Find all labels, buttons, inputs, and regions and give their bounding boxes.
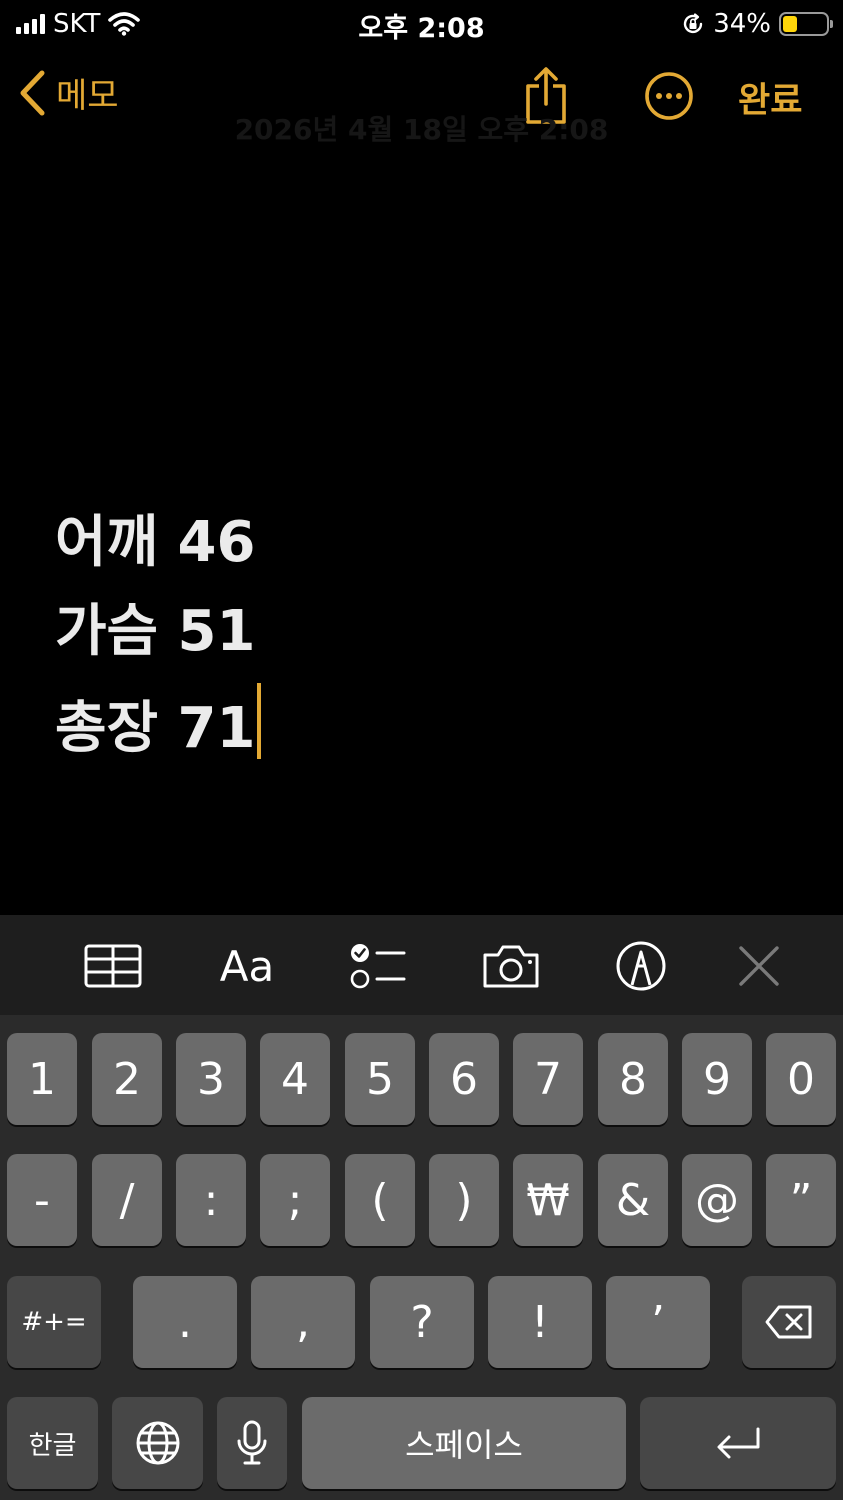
checklist-icon: [350, 944, 406, 989]
key-4[interactable]: 4: [260, 1033, 330, 1125]
key-question[interactable]: ?: [370, 1276, 474, 1368]
key-5[interactable]: 5: [345, 1033, 415, 1125]
return-icon: [717, 1427, 760, 1459]
key-slash[interactable]: /: [92, 1154, 162, 1246]
key-ampersand[interactable]: &: [598, 1154, 668, 1246]
key-9[interactable]: 9: [682, 1033, 752, 1125]
key-3[interactable]: 3: [176, 1033, 246, 1125]
note-date: 2026년 4월 18일 오후 2:08: [234, 113, 609, 146]
globe-icon: [136, 1421, 179, 1465]
key-exclamation[interactable]: !: [488, 1276, 592, 1368]
note-line[interactable]: 가슴 51: [55, 594, 261, 683]
key-delete[interactable]: [742, 1276, 836, 1368]
close-toolbar-button[interactable]: [738, 939, 780, 993]
microphone-icon: [237, 1420, 267, 1465]
key-8[interactable]: 8: [598, 1033, 668, 1125]
note-body[interactable]: 어깨 46 가슴 51 총장 71: [55, 505, 262, 772]
checklist-button[interactable]: [350, 939, 406, 993]
key-close-paren[interactable]: ): [429, 1154, 499, 1246]
key-space[interactable]: 스페이스: [302, 1397, 626, 1489]
markup-pen-icon: [616, 941, 666, 991]
key-comma[interactable]: ,: [251, 1276, 355, 1368]
key-6[interactable]: 6: [429, 1033, 499, 1125]
battery-icon: [779, 12, 833, 36]
key-7[interactable]: 7: [513, 1033, 583, 1125]
key-hyphen[interactable]: -: [7, 1154, 77, 1246]
keyboard: 1 2 3 4 5 6 7 8 9 0 - / : ; ( ) ₩ & @ ” …: [0, 1015, 843, 1500]
key-return[interactable]: [640, 1397, 836, 1489]
key-period[interactable]: .: [133, 1276, 237, 1368]
markup-button[interactable]: [615, 939, 667, 993]
table-icon: [84, 944, 142, 988]
key-korean[interactable]: 한글: [7, 1397, 98, 1489]
text-cursor: [257, 683, 262, 759]
format-toolbar: Aa: [0, 915, 843, 1015]
key-0[interactable]: 0: [766, 1033, 836, 1125]
table-button[interactable]: [84, 939, 142, 993]
key-dictation[interactable]: [217, 1397, 287, 1489]
key-won[interactable]: ₩: [513, 1154, 583, 1246]
battery-percent: 34%: [713, 9, 771, 39]
key-colon[interactable]: :: [176, 1154, 246, 1246]
note-line[interactable]: 총장 71: [55, 683, 262, 772]
close-icon: [739, 946, 779, 986]
backspace-icon: [765, 1305, 812, 1339]
note-line-text: 총장 71: [55, 696, 256, 761]
key-at[interactable]: @: [682, 1154, 752, 1246]
text-format-button[interactable]: Aa: [214, 939, 280, 993]
camera-button[interactable]: [481, 939, 541, 993]
key-more-symbols[interactable]: #+=: [7, 1276, 101, 1368]
key-2[interactable]: 2: [92, 1033, 162, 1125]
orientation-lock-icon: [684, 13, 703, 34]
key-1[interactable]: 1: [7, 1033, 77, 1125]
note-line[interactable]: 어깨 46: [55, 505, 261, 594]
key-quote[interactable]: ”: [766, 1154, 836, 1246]
key-apostrophe[interactable]: ’: [606, 1276, 710, 1368]
camera-icon: [483, 945, 539, 988]
key-open-paren[interactable]: (: [345, 1154, 415, 1246]
key-globe[interactable]: [112, 1397, 203, 1489]
status-bar: SKT 오후 2:08 34%: [0, 0, 843, 48]
status-right: 34%: [681, 8, 833, 40]
key-semicolon[interactable]: ;: [260, 1154, 330, 1246]
